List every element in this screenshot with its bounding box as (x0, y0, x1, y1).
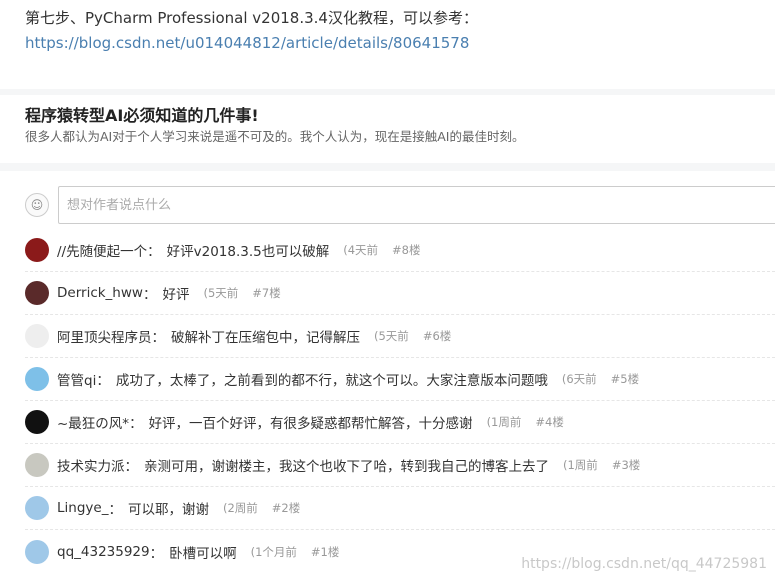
comment-floor: #7楼 (252, 286, 281, 300)
comment-floor: #5楼 (610, 372, 640, 386)
avatar[interactable] (25, 324, 49, 348)
comment-author[interactable]: Derrick_hww (57, 285, 143, 301)
comment-row: Lingye_： 可以耶，谢谢 (2周前 #2楼 (25, 487, 775, 530)
separator: ： (149, 545, 164, 562)
comment-input[interactable] (58, 186, 775, 224)
comment-row: Derrick_hww： 好评 (5天前 #7楼 (25, 272, 775, 315)
comment-input-row: ☺ (25, 186, 775, 224)
comment-row: ~最狂の风*： 好评，一百个好评，有很多疑惑都帮忙解答，十分感谢 (1周前 #4… (25, 401, 775, 444)
comment-time: (5天前 (203, 286, 239, 300)
comment-row: //先随便起一个： 好评v2018.3.5也可以破解 (4天前 #8楼 (25, 229, 775, 272)
separator: ： (124, 459, 139, 475)
separator: ： (151, 330, 166, 346)
comment-author[interactable]: 管管qi (57, 369, 96, 389)
separator: ： (129, 416, 143, 432)
comment-author[interactable]: Lingye_ (57, 500, 108, 516)
separator: ： (147, 244, 161, 260)
comment-time: (1个月前 (250, 544, 297, 559)
separator: ： (108, 502, 122, 518)
comment-author[interactable]: qq_43235929 (57, 544, 150, 560)
avatar[interactable] (25, 496, 49, 520)
avatar: ☺ (25, 193, 49, 217)
avatar[interactable] (25, 281, 49, 305)
comment-row: 阿里顶尖程序员： 破解补丁在压缩包中，记得解压 (5天前 #6楼 (25, 315, 775, 358)
watermark: https://blog.csdn.net/qq_44725981 (521, 556, 767, 572)
comments-section: ☺ //先随便起一个： 好评v2018.3.5也可以破解 (4天前 #8楼 De… (0, 171, 775, 580)
comment-text: 好评，一百个好评，有很多疑惑都帮忙解答，十分感谢 (148, 416, 473, 432)
comment-author[interactable]: //先随便起一个 (57, 240, 147, 260)
comment-floor: #8楼 (392, 243, 421, 257)
user-icon: ☺ (30, 198, 44, 212)
comment-text: 成功了，太棒了，之前看到的都不行，就这个可以。大家注意版本问题哦 (115, 373, 548, 389)
comment-time: (4天前 (343, 243, 379, 257)
comment-text: 好评 (162, 287, 190, 303)
avatar[interactable] (25, 453, 49, 477)
comment-author[interactable]: 阿里顶尖程序员 (57, 326, 152, 346)
reference-link[interactable]: https://blog.csdn.net/u014044812/article… (25, 30, 469, 56)
article-end-section: 第七步、PyCharm Professional v2018.3.4汉化教程，可… (0, 0, 775, 89)
comment-floor: #2楼 (271, 501, 301, 515)
promo-description: 很多人都认为AI对于个人学习来说是遥不可及的。我个人认为，现在是接触AI的最佳时… (25, 129, 525, 144)
comment-text: 卧槽可以啊 (169, 545, 237, 562)
comment-text: 破解补丁在压缩包中，记得解压 (171, 330, 360, 346)
comment-time: (1周前 (563, 458, 598, 472)
comment-time: (1周前 (486, 415, 522, 429)
promo-title[interactable]: 程序猿转型AI必须知道的几件事! (25, 105, 775, 127)
comment-time: (2周前 (222, 501, 258, 515)
avatar[interactable] (25, 410, 49, 434)
comment-text: 亲测可用，谢谢楼主，我这个也收下了哈，转到我自己的博客上去了 (144, 459, 549, 475)
comment-author[interactable]: 技术实力派 (57, 455, 125, 475)
comment-row: 技术实力派： 亲测可用，谢谢楼主，我这个也收下了哈，转到我自己的博客上去了 (1… (25, 444, 775, 487)
comment-time: (6天前 (561, 372, 597, 386)
comment-time: (5天前 (374, 329, 409, 343)
separator: ： (142, 287, 157, 303)
comment-floor: #4楼 (535, 415, 564, 429)
comment-text: 好评v2018.3.5也可以破解 (166, 244, 330, 260)
avatar[interactable] (25, 539, 49, 564)
comment-author[interactable]: ~最狂の风* (57, 412, 129, 432)
step-text: 第七步、PyCharm Professional v2018.3.4汉化教程，可… (25, 9, 478, 27)
avatar[interactable] (25, 238, 49, 262)
separator: ： (96, 373, 110, 389)
avatar[interactable] (25, 367, 49, 391)
comment-floor: #3楼 (611, 458, 641, 472)
comment-text: 可以耶，谢谢 (127, 502, 209, 518)
comment-row: 管管qi： 成功了，太棒了，之前看到的都不行，就这个可以。大家注意版本问题哦 (… (25, 358, 775, 401)
comment-floor: #6楼 (422, 329, 452, 343)
comment-floor: #1楼 (310, 544, 340, 559)
comment-list: //先随便起一个： 好评v2018.3.5也可以破解 (4天前 #8楼 Derr… (25, 229, 775, 573)
promo-section[interactable]: 程序猿转型AI必须知道的几件事! 很多人都认为AI对于个人学习来说是遥不可及的。… (0, 95, 775, 163)
